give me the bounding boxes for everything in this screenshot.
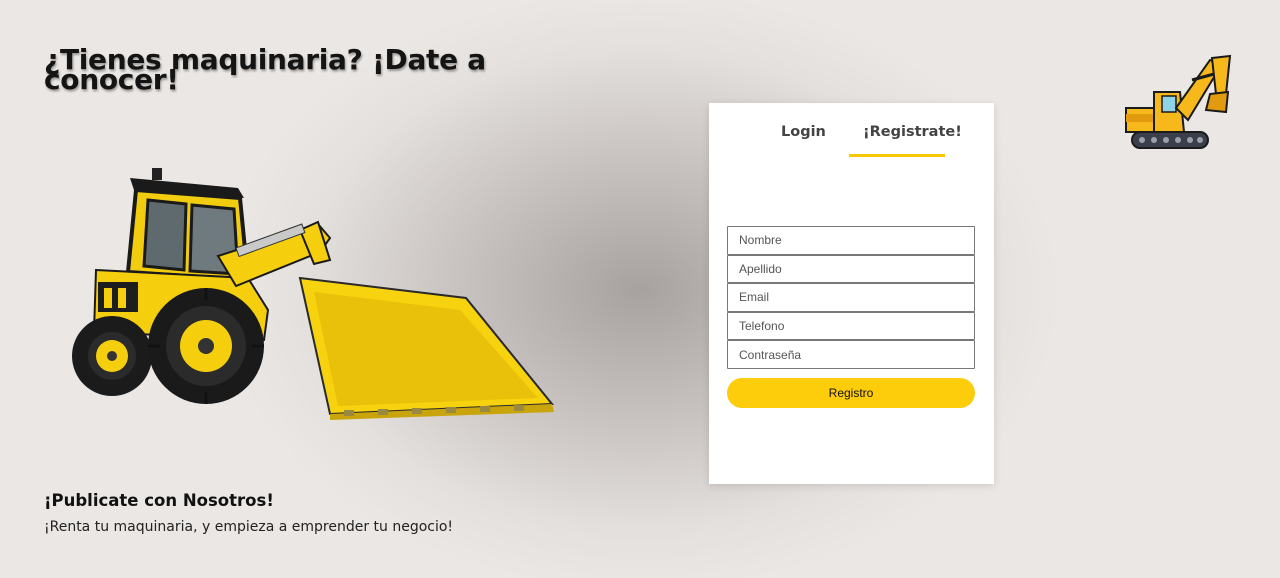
tab-register[interactable]: ¡Registrate! xyxy=(863,124,962,140)
auth-card: Login ¡Registrate! Registro xyxy=(709,103,994,484)
hero-headline: ¿Tienes maquinaria? ¡Date a conocer! xyxy=(44,43,486,96)
tab-login[interactable]: Login xyxy=(781,124,826,140)
email-field[interactable] xyxy=(727,283,975,312)
register-button[interactable]: Registro xyxy=(727,377,975,408)
active-tab-indicator xyxy=(849,154,945,157)
wheel-loader-illustration xyxy=(72,168,555,420)
wheel-loader-image xyxy=(68,160,558,422)
promo-text: ¡Renta tu maquinaria, y empieza a empren… xyxy=(44,519,454,535)
excavator-icon xyxy=(1118,50,1236,154)
nombre-field[interactable] xyxy=(727,226,975,255)
telefono-field[interactable] xyxy=(727,311,975,341)
password-field[interactable] xyxy=(727,340,975,369)
apellido-field[interactable] xyxy=(727,254,975,284)
register-form: Registro xyxy=(727,226,975,408)
promo-title: ¡Publicate con Nosotros! xyxy=(44,491,274,510)
